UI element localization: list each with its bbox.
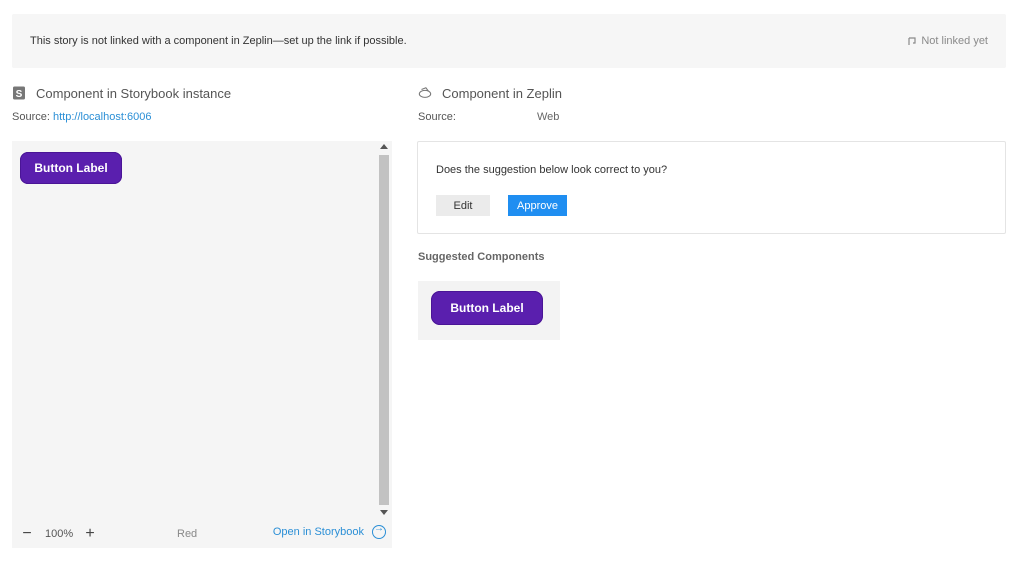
suggested-component-card[interactable]: Button Label <box>418 281 560 340</box>
edit-button[interactable]: Edit <box>436 195 490 216</box>
preview-footer: − 100% + Red Open in Storybook <box>12 521 392 548</box>
banner-message: This story is not linked with a componen… <box>30 35 407 47</box>
suggested-components-heading: Suggested Components <box>418 251 545 263</box>
plus-icon[interactable]: + <box>83 525 97 543</box>
suggested-component-button: Button Label <box>431 291 543 325</box>
storybook-preview: Button Label − 100% + Red Open in Storyb… <box>12 141 392 548</box>
arrow-circle-right-icon <box>372 523 386 539</box>
minus-icon[interactable]: − <box>20 525 34 543</box>
storybook-source: Source: http://localhost:6006 <box>12 111 392 125</box>
scroll-thumb[interactable] <box>379 155 389 505</box>
variant-label: Red <box>177 528 198 540</box>
storybook-section-title: S Component in Storybook instance <box>12 84 392 102</box>
link-status: Not linked yet <box>908 35 988 47</box>
storybook-source-link[interactable]: http://localhost:6006 <box>53 111 151 123</box>
zeplin-section-title: Component in Zeplin <box>418 84 1006 102</box>
open-in-storybook-label: Open in Storybook <box>272 526 364 538</box>
preview-component-button[interactable]: Button Label <box>20 152 122 184</box>
storybook-column: S Component in Storybook instance Source… <box>12 84 392 125</box>
zeplin-column: Component in Zeplin Source: Web <box>418 84 1006 125</box>
scroll-down-icon[interactable] <box>380 510 388 515</box>
svg-text:S: S <box>16 89 23 100</box>
storybook-source-label: Source: <box>12 111 50 123</box>
approve-button[interactable]: Approve <box>508 195 567 216</box>
storybook-icon: S <box>12 86 26 100</box>
link-status-label: Not linked yet <box>921 35 988 47</box>
zeplin-source: Source: Web <box>418 111 1006 125</box>
suggestion-question: Does the suggestion below look correct t… <box>436 164 668 176</box>
zeplin-icon <box>418 86 432 100</box>
zoom-level: 100% <box>45 528 74 540</box>
suggestion-confirm-box: Does the suggestion below look correct t… <box>417 141 1006 234</box>
storybook-title: Component in Storybook instance <box>36 85 232 101</box>
zeplin-title: Component in Zeplin <box>442 85 562 101</box>
zeplin-source-value: Web <box>537 111 560 123</box>
preview-scrollbar[interactable] <box>378 144 390 518</box>
open-in-storybook-link[interactable]: Open in Storybook <box>272 523 386 539</box>
zeplin-source-label: Source: <box>418 111 456 123</box>
unlink-icon <box>908 36 916 45</box>
scroll-up-icon[interactable] <box>380 144 388 149</box>
link-status-banner: This story is not linked with a componen… <box>12 14 1006 68</box>
